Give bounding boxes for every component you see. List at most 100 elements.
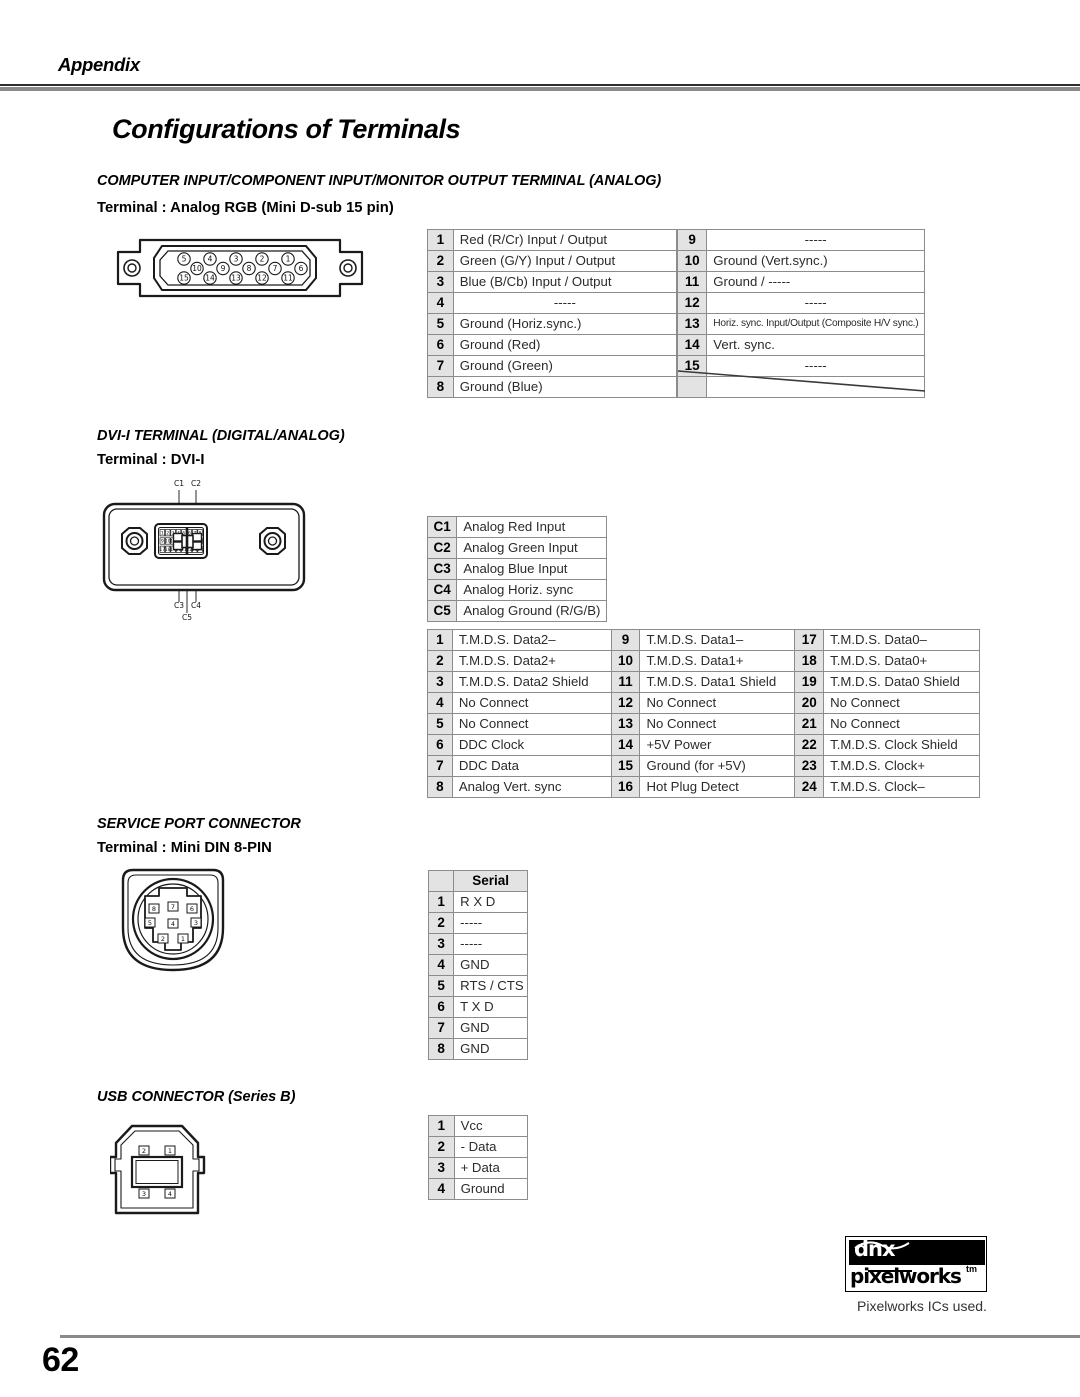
pin-number-cell: 15: [610, 755, 641, 777]
pin-description-cell: Ground (Red): [452, 334, 678, 356]
pin-description-cell: -----: [706, 229, 925, 251]
pin-description-cell: No Connect: [639, 692, 796, 714]
pin-description-cell: -----: [453, 933, 528, 955]
svg-text:1: 1: [161, 530, 164, 536]
pin-number-cell: 1: [428, 1115, 455, 1137]
pin-description-cell: T.M.D.S. Clock–: [823, 776, 980, 798]
pin-number-cell: 11: [676, 271, 708, 293]
pin-number-cell: 15: [676, 355, 708, 377]
pin-number-cell: [676, 376, 708, 398]
pin-number-cell: 14: [676, 334, 708, 356]
pin-description-cell: + Data: [453, 1157, 529, 1179]
analog-pin-table-left: 1 Red (R/Cr) Input / Output 2 Green (G/Y) I…: [427, 229, 678, 398]
pin-description-cell: Ground (for +5V): [639, 755, 796, 777]
pin-number-cell: 9: [676, 229, 708, 251]
pin-description-cell: Analog Red Input: [456, 516, 607, 538]
pixelworks-logo-trademark: tm: [966, 1264, 977, 1274]
pixelworks-caption: Pixelworks ICs used.: [857, 1298, 987, 1314]
svg-text:7: 7: [171, 903, 175, 911]
pin-description-cell: T.M.D.S. Clock Shield: [823, 734, 980, 756]
pin-description-cell: GND: [453, 954, 528, 976]
pin-description-cell: Analog Vert. sync: [451, 776, 612, 798]
pin-number-cell: 14: [610, 734, 641, 756]
svg-text:2: 2: [166, 530, 169, 536]
svg-text:2: 2: [142, 1147, 146, 1155]
pin-description-cell: Analog Horiz. sync: [456, 579, 607, 601]
table-row: 4 No Connect 12 No Connect 20 No Connect: [427, 692, 980, 714]
svg-text:11: 11: [283, 274, 293, 283]
pin-number-cell: 19: [794, 671, 825, 693]
footer-rule: [60, 1335, 1080, 1338]
svg-text:9: 9: [221, 264, 226, 273]
pixelworks-logo-underbar: [868, 1270, 912, 1272]
table-row: 2 Green (G/Y) Input / Output: [427, 250, 678, 272]
table-row: C5 Analog Ground (R/G/B): [426, 600, 607, 622]
section-heading-analog: COMPUTER INPUT/COMPONENT INPUT/MONITOR O…: [97, 173, 662, 189]
svg-text:13: 13: [231, 274, 241, 283]
pin-number-cell: 2: [428, 1136, 455, 1158]
pin-number-cell: 13: [676, 313, 708, 335]
table-row: 7 Ground (Green): [427, 355, 678, 377]
service-port-pin-table: Serial 1R X D 2 ----- 3 ----- 4 GND 5 RTS / CTS 6…: [427, 870, 528, 1060]
pin-description-cell: T.M.D.S. Data1 Shield: [639, 671, 796, 693]
pin-description-cell: DDC Data: [451, 755, 612, 777]
svg-text:2: 2: [161, 935, 165, 943]
pin-number-cell: 3: [427, 671, 453, 693]
pin-number-cell: 10: [610, 650, 641, 672]
table-row: 11 Ground / -----: [676, 271, 925, 293]
mini-din-8-connector-diagram: 8 7 6 5 4 3 2 1: [115, 866, 235, 983]
table-row: 3 -----: [427, 933, 528, 955]
pin-number-cell: 17: [794, 629, 825, 651]
pin-description-cell: Blue (B/Cb) Input / Output: [452, 271, 678, 293]
table-row: 6T X D: [427, 996, 528, 1018]
dvi-analog-body: C1 Analog Red Input C2 Analog Green Input C3…: [426, 516, 607, 622]
table-row: 5 Ground (Horiz.sync.): [427, 313, 678, 335]
pin-number-cell: 1: [427, 229, 454, 251]
pin-description-cell: No Connect: [823, 692, 980, 714]
pin-number-cell: 24: [794, 776, 825, 798]
svg-text:C4: C4: [191, 601, 201, 610]
pin-number-cell: 5: [427, 975, 455, 997]
svg-text:7: 7: [273, 264, 278, 273]
table-row: 5 RTS / CTS: [427, 975, 528, 997]
pin-description-cell: Vcc: [453, 1115, 529, 1137]
table-row: 4 Ground: [428, 1178, 529, 1200]
table-row: 8 Ground (Blue): [427, 376, 678, 398]
pin-description-cell: Ground (Green): [452, 355, 678, 377]
pin-description-cell: R X D: [453, 891, 528, 913]
pin-description-cell: -----: [706, 292, 925, 314]
pin-description-cell: T.M.D.S. Data2 Shield: [451, 671, 612, 693]
serial-blank-header-cell: [427, 870, 455, 892]
pin-number-cell: 4: [427, 692, 453, 714]
usb-pin-table: 1 Vcc 2- Data 3 + Data 4 Ground: [428, 1115, 529, 1200]
pin-number-cell: 3: [428, 1157, 455, 1179]
svg-text:8: 8: [247, 264, 252, 273]
svg-text:9: 9: [161, 539, 164, 545]
pin-description-cell: DDC Clock: [451, 734, 612, 756]
pin-number-cell: 7: [427, 755, 453, 777]
table-row: 15 -----: [676, 355, 925, 377]
svg-text:8: 8: [152, 905, 156, 913]
pin-number-cell: 6: [427, 734, 453, 756]
dvi-digital-pin-table: 1 T.M.D.S. Data2– 9 T.M.D.S. Data1– 17 T.M.D.…: [427, 629, 980, 798]
table-row: 7 GND: [427, 1017, 528, 1039]
pin-description-cell: No Connect: [639, 713, 796, 735]
svg-text:C1: C1: [174, 479, 184, 488]
pin-number-cell: 12: [610, 692, 641, 714]
dvi-analog-pin-table: C1 Analog Red Input C2 Analog Green Input C3…: [426, 516, 607, 622]
pin-number-cell: 8: [427, 1038, 455, 1060]
table-row: 13 Horiz. sync. Input/Output (Composite H…: [676, 313, 925, 335]
table-row: 2- Data: [428, 1136, 529, 1158]
table-row: C4 Analog Horiz. sync: [426, 579, 607, 601]
table-row: [676, 376, 925, 398]
pin-number-cell: 23: [794, 755, 825, 777]
pin-description-cell: Ground / -----: [706, 271, 925, 293]
table-row: 3 Blue (B/Cb) Input / Output: [427, 271, 678, 293]
page-title: Configurations of Terminals: [112, 114, 461, 144]
pin-number-cell: 7: [427, 1017, 455, 1039]
section-heading-usb: USB CONNECTOR (Series B): [97, 1089, 296, 1105]
svg-text:10: 10: [192, 264, 202, 273]
pin-description-cell: T.M.D.S. Data0 Shield: [823, 671, 980, 693]
section-heading-service: SERVICE PORT CONNECTOR: [97, 816, 301, 832]
header-rule-thin: [0, 84, 1080, 86]
